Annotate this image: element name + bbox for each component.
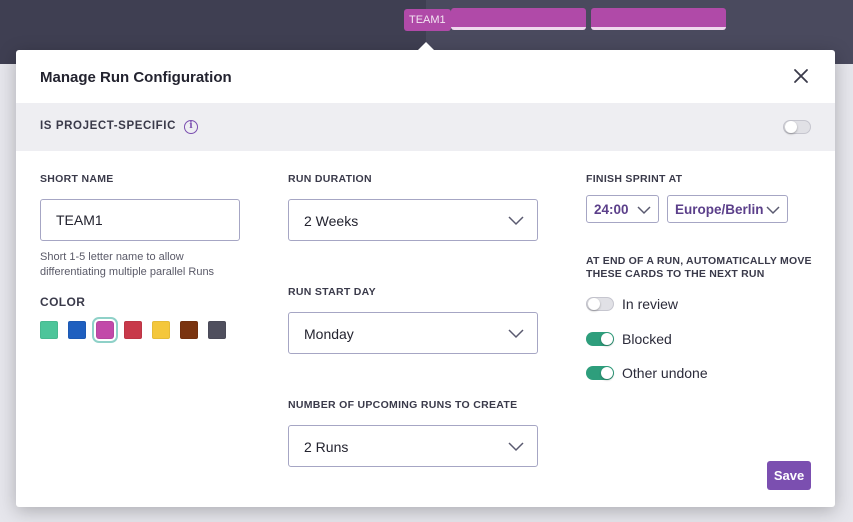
upcoming-runs-label: NUMBER OF UPCOMING RUNS TO CREATE: [288, 399, 518, 411]
color-swatch-yellow[interactable]: [152, 321, 170, 339]
blocked-toggle[interactable]: [586, 332, 614, 346]
run-bar[interactable]: [451, 8, 586, 30]
save-button[interactable]: Save: [767, 461, 811, 490]
short-name-input[interactable]: [40, 199, 240, 241]
info-icon[interactable]: i: [184, 120, 198, 134]
chevron-down-icon: [637, 206, 651, 215]
run-duration-label: RUN DURATION: [288, 173, 372, 185]
run-start-day-select[interactable]: Monday: [288, 312, 538, 354]
color-swatches: [40, 317, 236, 343]
in-review-label: In review: [622, 296, 679, 312]
color-swatch-green[interactable]: [40, 321, 58, 339]
color-swatch-gray[interactable]: [208, 321, 226, 339]
close-button[interactable]: [791, 66, 811, 86]
upcoming-runs-select[interactable]: 2 Runs: [288, 425, 538, 467]
auto-move-label: AT END OF A RUN, AUTOMATICALLY MOVE THES…: [586, 255, 812, 280]
color-swatch-magenta[interactable]: [92, 317, 118, 343]
toggle-knob: [601, 367, 613, 379]
color-label: COLOR: [40, 295, 86, 309]
short-name-label: SHORT NAME: [40, 173, 114, 185]
blocked-label: Blocked: [622, 331, 672, 347]
project-specific-toggle[interactable]: [783, 120, 811, 134]
run-start-day-value: Monday: [304, 326, 354, 342]
project-specific-label: IS PROJECT-SPECIFIC: [40, 120, 177, 132]
chevron-down-icon: [508, 216, 524, 226]
timezone-select[interactable]: Europe/Berlin: [667, 195, 788, 223]
short-name-help: Short 1-5 letter name to allow different…: [40, 251, 215, 278]
finish-time-value: 24:00: [594, 202, 629, 217]
toggle-knob: [601, 333, 613, 345]
in-review-toggle[interactable]: [586, 297, 614, 311]
finish-time-select[interactable]: 24:00: [586, 195, 659, 223]
modal-title: Manage Run Configuration: [40, 69, 232, 86]
toggle-knob: [785, 121, 797, 133]
finish-sprint-label: FINISH SPRINT AT: [586, 173, 683, 185]
chevron-down-icon: [508, 442, 524, 452]
other-undone-label: Other undone: [622, 365, 708, 381]
close-icon: [794, 69, 808, 83]
run-duration-select[interactable]: 2 Weeks: [288, 199, 538, 241]
run-start-day-label: RUN START DAY: [288, 286, 376, 298]
other-undone-toggle[interactable]: [586, 366, 614, 380]
color-swatch-blue[interactable]: [68, 321, 86, 339]
color-swatch-red[interactable]: [124, 321, 142, 339]
timezone-value: Europe/Berlin: [675, 202, 764, 217]
popover-notch: [418, 42, 434, 50]
run-duration-value: 2 Weeks: [304, 213, 359, 229]
chevron-down-icon: [766, 206, 780, 215]
upcoming-runs-value: 2 Runs: [304, 439, 349, 455]
run-bar[interactable]: [591, 8, 726, 30]
run-configuration-modal: Manage Run Configuration IS PROJECT-SPEC…: [16, 50, 835, 507]
chevron-down-icon: [508, 329, 524, 339]
project-specific-row: IS PROJECT-SPECIFIC i: [16, 103, 835, 151]
team-tag[interactable]: TEAM1: [404, 9, 451, 31]
toggle-knob: [588, 298, 600, 310]
color-swatch-brown[interactable]: [180, 321, 198, 339]
